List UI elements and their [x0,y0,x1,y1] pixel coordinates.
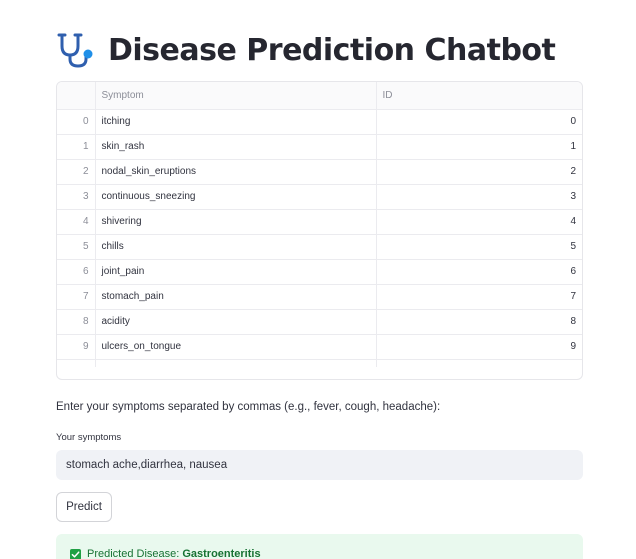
row-index: 6 [57,259,95,285]
app-page: Disease Prediction Chatbot Symptom ID 0 … [0,0,636,559]
symptom-cell[interactable]: acidity [94,309,376,335]
id-cell[interactable]: 1 [375,134,582,160]
row-index: 8 [57,309,95,335]
row-index: 2 [57,159,95,185]
id-cell-empty [375,359,582,367]
id-cell[interactable]: 2 [375,159,582,185]
page-header: Disease Prediction Chatbot [56,28,556,72]
id-cell[interactable]: 4 [375,209,582,235]
predicted-disease: Gastroenteritis [182,548,261,559]
symptom-cell[interactable]: continuous_sneezing [94,184,376,210]
symptom-cell[interactable]: itching [94,109,376,135]
prediction-result-alert: Predicted Disease: Gastroenteritis [56,534,583,559]
page-title: Disease Prediction Chatbot [108,32,556,68]
symptom-cell[interactable]: stomach_pain [94,284,376,310]
row-index: 5 [57,234,95,260]
table-row: 1 skin_rash 1 [57,134,582,160]
check-box-icon [70,549,81,559]
row-index: 0 [57,109,95,135]
row-index: 3 [57,184,95,210]
row-index: 9 [57,334,95,360]
table-row: 3 continuous_sneezing 3 [57,184,582,210]
id-cell[interactable]: 6 [375,259,582,285]
symptom-dataframe: Symptom ID 0 itching 0 1 skin_rash 1 2 n… [57,82,582,367]
id-cell[interactable]: 3 [375,184,582,210]
table-row: 5 chills 5 [57,234,582,260]
symptoms-input[interactable] [56,450,583,480]
id-cell[interactable]: 9 [375,334,582,360]
row-index: 1 [57,134,95,160]
table-row: 7 stomach_pain 7 [57,284,582,310]
symptom-cell[interactable]: joint_pain [94,259,376,285]
predict-button[interactable]: Predict [56,492,112,522]
table-header-row: Symptom ID [57,82,582,110]
row-index: 7 [57,284,95,310]
symptoms-input-label: Your symptoms [56,432,122,443]
column-header-id[interactable]: ID [375,82,582,110]
symptom-cell[interactable]: chills [94,234,376,260]
table-row-partial [57,359,582,367]
symptom-instructions: Enter your symptoms separated by commas … [56,401,441,413]
symptom-table[interactable]: Symptom ID 0 itching 0 1 skin_rash 1 2 n… [56,81,583,380]
id-cell[interactable]: 7 [375,284,582,310]
column-header-symptom[interactable]: Symptom [94,82,376,110]
id-cell[interactable]: 0 [375,109,582,135]
id-cell[interactable]: 5 [375,234,582,260]
row-index: 4 [57,209,95,235]
table-row: 6 joint_pain 6 [57,259,582,285]
symptom-cell[interactable]: nodal_skin_eruptions [94,159,376,185]
stethoscope-icon [57,33,93,68]
table-row: 0 itching 0 [57,109,582,135]
symptom-cell[interactable]: ulcers_on_tongue [94,334,376,360]
table-row: 8 acidity 8 [57,309,582,335]
table-row: 2 nodal_skin_eruptions 2 [57,159,582,185]
index-column-header [57,82,95,110]
result-prefix: Predicted Disease: [87,548,180,559]
table-row: 4 shivering 4 [57,209,582,235]
table-row: 9 ulcers_on_tongue 9 [57,334,582,360]
symptom-cell-empty [94,359,376,367]
symptom-cell[interactable]: shivering [94,209,376,235]
id-cell[interactable]: 8 [375,309,582,335]
symptom-cell[interactable]: skin_rash [94,134,376,160]
row-index-empty [57,359,95,367]
